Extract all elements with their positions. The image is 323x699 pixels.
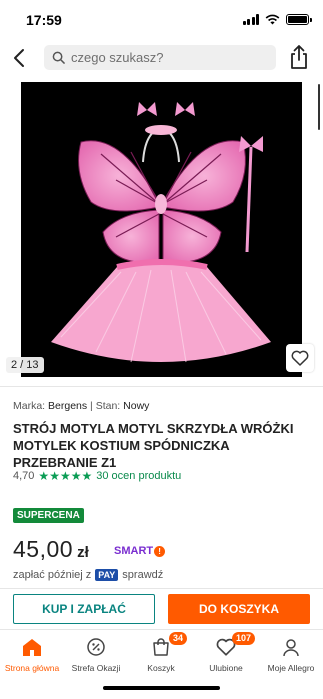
product-price: 45,00 zł xyxy=(13,536,89,563)
tab-label: Moje Allegro xyxy=(267,663,315,673)
state-label: Stan: xyxy=(95,400,121,412)
home-indicator xyxy=(103,686,220,690)
product-meta: Marka: Bergens | Stan: Nowy xyxy=(13,400,149,412)
heart-icon xyxy=(291,350,309,366)
product-gallery[interactable]: 2 / 13 xyxy=(0,80,323,380)
star-icon: ★ xyxy=(81,469,93,483)
signal-icon xyxy=(242,14,259,25)
add-to-cart-button[interactable]: DO KOSZYKA xyxy=(168,594,310,624)
price-currency: zł xyxy=(77,544,89,561)
deals-icon xyxy=(87,638,105,656)
tab-deals[interactable]: Strefa Okazji xyxy=(64,635,128,673)
supercena-badge: SUPERCENA xyxy=(13,508,84,523)
tab-label: Ulubione xyxy=(209,663,243,673)
tab-label: Koszyk xyxy=(147,663,175,673)
star-icon: ★ xyxy=(49,469,60,483)
favorite-button[interactable] xyxy=(286,344,314,372)
paylater-check-link[interactable]: sprawdź xyxy=(122,569,163,581)
scroll-indicator xyxy=(318,84,320,130)
image-counter: 2 / 13 xyxy=(6,357,44,373)
tab-label: Strona główna xyxy=(4,663,60,673)
divider xyxy=(0,386,323,387)
status-icons xyxy=(242,14,312,25)
share-icon xyxy=(291,45,307,69)
home-icon xyxy=(23,639,41,656)
search-input[interactable]: czego szukasz? xyxy=(44,45,276,70)
buy-now-button[interactable]: KUP I ZAPŁAĆ xyxy=(13,594,155,624)
divider xyxy=(0,588,323,589)
pay-later-row[interactable]: zapłać później z PAY sprawdź xyxy=(13,569,163,581)
tab-my-allegro[interactable]: Moje Allegro xyxy=(259,635,323,673)
rating-value: 4,70 xyxy=(13,470,35,482)
smart-info-icon: ! xyxy=(154,545,166,557)
rating-stars: ★ ★ ★ ★ ★ xyxy=(38,470,92,482)
cart-icon xyxy=(153,638,169,656)
star-icon: ★ xyxy=(38,469,50,483)
price-amount: 45,00 xyxy=(13,536,74,562)
tab-favorites[interactable]: 107 Ulubione xyxy=(194,632,258,673)
paylater-prefix: zapłać później z xyxy=(13,569,92,581)
nav-bar: czego szukasz? xyxy=(0,38,323,78)
brand-link[interactable]: Bergens xyxy=(48,400,87,412)
battery-icon xyxy=(286,14,312,25)
smart-badge[interactable]: SMART ! xyxy=(114,545,166,557)
search-placeholder: czego szukasz? xyxy=(71,50,164,65)
tab-label: Strefa Okazji xyxy=(71,663,121,673)
back-button[interactable] xyxy=(8,46,32,70)
tab-home[interactable]: Strona główna xyxy=(0,635,64,673)
search-icon xyxy=(52,51,65,64)
star-icon: ★ xyxy=(59,469,71,483)
wifi-icon xyxy=(265,14,280,25)
brand-label: Marka: xyxy=(13,400,46,412)
user-icon xyxy=(283,639,299,657)
smart-label: SMART xyxy=(114,545,154,557)
status-time: 17:59 xyxy=(26,12,62,28)
state-value: Nowy xyxy=(123,400,150,412)
pay-logo: PAY xyxy=(95,569,119,581)
product-rating[interactable]: 4,70 ★ ★ ★ ★ ★ 30 ocen produktu xyxy=(13,470,181,482)
favorites-count-badge: 107 xyxy=(232,632,256,645)
meta-separator: | xyxy=(90,400,93,412)
status-bar: 17:59 xyxy=(0,0,323,38)
rating-count-link[interactable]: 30 ocen produktu xyxy=(96,470,181,482)
product-image[interactable] xyxy=(21,82,302,377)
tab-cart[interactable]: 34 Koszyk xyxy=(129,632,193,673)
chevron-left-icon xyxy=(14,49,24,67)
share-button[interactable] xyxy=(287,44,311,70)
cart-count-badge: 34 xyxy=(169,632,188,645)
star-icon: ★ xyxy=(70,469,82,483)
product-title: STRÓJ MOTYLA MOTYL SKRZYDŁA WRÓŻKI MOTYL… xyxy=(13,421,294,470)
